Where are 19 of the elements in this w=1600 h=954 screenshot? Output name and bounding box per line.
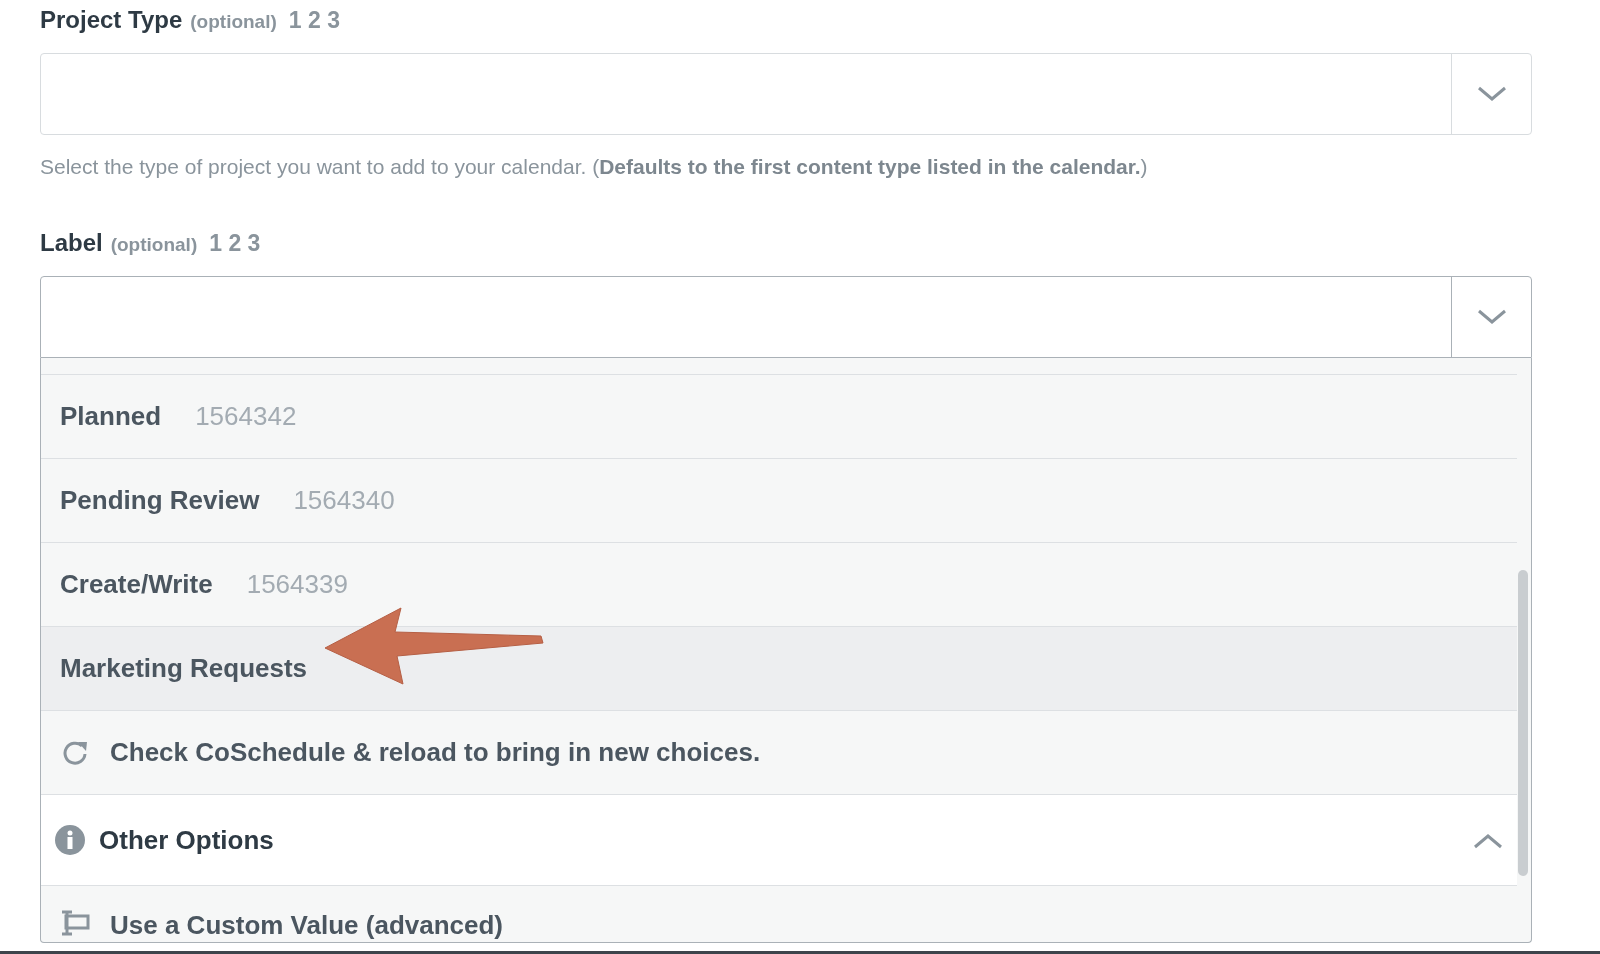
select-field[interactable] — [40, 53, 1532, 135]
field-label: Label — [40, 229, 103, 257]
scrollbar-thumb[interactable] — [1518, 570, 1528, 876]
dropdown-option[interactable]: Pending Review 1564340 — [41, 459, 1517, 543]
optional-hint: (optional) — [190, 11, 277, 33]
custom-value-option[interactable]: Use a Custom Value (advanced) — [41, 886, 1517, 942]
step-numbers: 1 2 3 — [288, 7, 340, 34]
optional-hint: (optional) — [110, 234, 198, 256]
step-numbers: 1 2 3 — [209, 230, 261, 257]
section-header[interactable]: Other Options — [41, 795, 1517, 886]
chevron-down-icon — [1476, 86, 1507, 102]
select-field[interactable] — [40, 276, 1532, 358]
help-text: Select the type of project you want to add to your calendar. (Defaults to the first content type listed in the calendar.) — [40, 155, 1149, 179]
info-icon — [55, 825, 85, 855]
chevron-down-icon — [1476, 309, 1507, 325]
dropdown-option[interactable]: Planned 1564342 — [41, 375, 1517, 459]
text-field-icon — [60, 910, 90, 936]
field-label: Project Type — [40, 6, 183, 34]
dropdown-option[interactable]: Marketing Requests — [41, 627, 1517, 711]
